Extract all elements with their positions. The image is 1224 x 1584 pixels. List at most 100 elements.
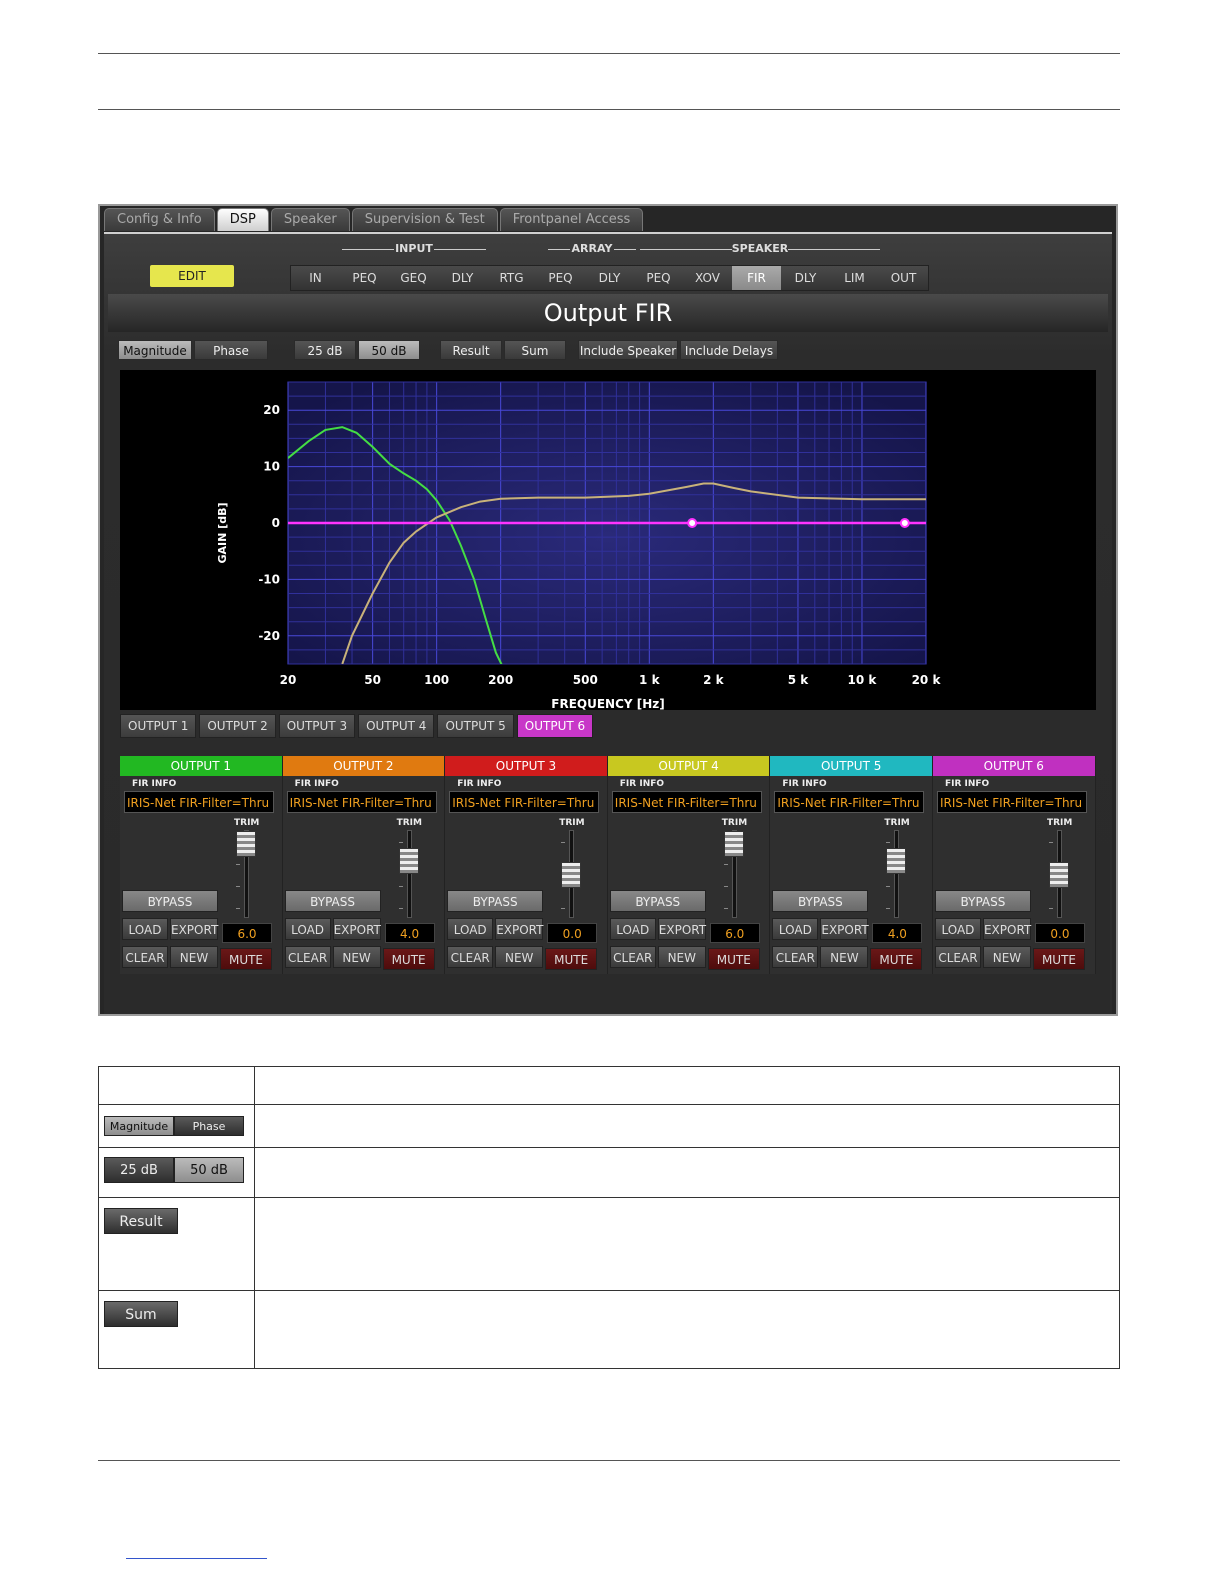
load-button[interactable]: LOAD: [284, 918, 331, 940]
tab-speaker[interactable]: Speaker: [270, 208, 350, 231]
dsp-nav-peq-1[interactable]: PEQ: [340, 266, 389, 290]
export-button[interactable]: EXPORT: [332, 918, 381, 940]
bypass-button[interactable]: BYPASS: [609, 890, 706, 912]
output-strip-3: OUTPUT 3 FIR INFO IRIS-Net FIR-Filter=Thru…: [445, 756, 608, 974]
dsp-nav-rtg-4[interactable]: RTG: [487, 266, 536, 290]
dsp-nav-peq-7[interactable]: PEQ: [634, 266, 683, 290]
output-tab-3[interactable]: OUTPUT 3: [278, 714, 356, 738]
header-rule-bottom: [98, 109, 1120, 110]
dsp-nav-lim-11[interactable]: LIM: [830, 266, 879, 290]
load-button[interactable]: LOAD: [122, 918, 168, 940]
mute-button[interactable]: MUTE: [220, 948, 272, 970]
clear-button[interactable]: CLEAR: [772, 946, 819, 968]
new-button[interactable]: NEW: [495, 946, 544, 968]
group-array-label: ARRAY: [548, 242, 636, 255]
new-button[interactable]: NEW: [982, 946, 1031, 968]
dsp-nav-dly-10[interactable]: DLY: [781, 266, 830, 290]
dsp-nav-fir-9[interactable]: FIR: [732, 266, 781, 290]
tab-frontpanel-access[interactable]: Frontpanel Access: [499, 208, 644, 231]
range-50db-button[interactable]: 50 dB: [358, 340, 420, 360]
trim-fader[interactable]: [236, 830, 256, 918]
trim-value[interactable]: 4.0: [872, 923, 923, 943]
phase-button[interactable]: Phase: [194, 340, 268, 360]
mute-button[interactable]: MUTE: [382, 948, 435, 970]
clear-button[interactable]: CLEAR: [447, 946, 494, 968]
trim-fader[interactable]: [561, 830, 582, 918]
bypass-button[interactable]: BYPASS: [284, 890, 381, 912]
range-25db-button[interactable]: 25 dB: [294, 340, 356, 360]
trim-value[interactable]: 0.0: [547, 923, 598, 943]
trim-label: TRIM: [234, 818, 260, 828]
fir-info-label: FIR INFO: [619, 779, 665, 789]
bypass-button[interactable]: BYPASS: [934, 890, 1031, 912]
output-tab-6[interactable]: OUTPUT 6: [516, 714, 594, 738]
dsp-nav-peq-5[interactable]: PEQ: [536, 266, 585, 290]
trim-tick: [723, 864, 728, 865]
tab-config-info[interactable]: Config & Info: [104, 208, 215, 231]
trim-fader-knob[interactable]: [723, 831, 744, 857]
result-button[interactable]: Result: [440, 340, 502, 360]
dsp-nav-dly-6[interactable]: DLY: [585, 266, 634, 290]
trim-value[interactable]: 0.0: [1034, 923, 1085, 943]
new-button[interactable]: NEW: [170, 946, 218, 968]
dsp-nav-xov-8[interactable]: XOV: [683, 266, 732, 290]
trim-fader[interactable]: [886, 830, 907, 918]
trim-fader-knob[interactable]: [561, 862, 582, 888]
mute-button[interactable]: MUTE: [545, 948, 598, 970]
load-button[interactable]: LOAD: [772, 918, 819, 940]
mute-button[interactable]: MUTE: [1032, 948, 1085, 970]
trim-value[interactable]: 6.0: [709, 923, 760, 943]
new-button[interactable]: NEW: [332, 946, 381, 968]
trim-fader[interactable]: [1048, 830, 1069, 918]
clear-button[interactable]: CLEAR: [609, 946, 656, 968]
trim-tick: [236, 886, 240, 887]
dsp-nav-out-12[interactable]: OUT: [879, 266, 928, 290]
tab-dsp[interactable]: DSP: [216, 208, 269, 231]
export-button[interactable]: EXPORT: [170, 918, 218, 940]
load-button[interactable]: LOAD: [447, 918, 494, 940]
new-button[interactable]: NEW: [820, 946, 869, 968]
dsp-nav-in-0[interactable]: IN: [291, 266, 340, 290]
bypass-button[interactable]: BYPASS: [122, 890, 218, 912]
magnitude-button[interactable]: Magnitude: [118, 340, 192, 360]
trim-fader-knob[interactable]: [1048, 862, 1069, 888]
export-button[interactable]: EXPORT: [982, 918, 1031, 940]
clear-button[interactable]: CLEAR: [122, 946, 168, 968]
edit-button[interactable]: EDIT: [150, 265, 234, 287]
new-button[interactable]: NEW: [657, 946, 706, 968]
export-button[interactable]: EXPORT: [657, 918, 706, 940]
trim-fader[interactable]: [398, 830, 419, 918]
bypass-button[interactable]: BYPASS: [447, 890, 544, 912]
export-button[interactable]: EXPORT: [820, 918, 869, 940]
trim-value[interactable]: 6.0: [222, 923, 272, 943]
trim-fader-knob[interactable]: [398, 848, 419, 874]
x-tick-label: 10 k: [848, 673, 878, 687]
phase-legend-button: Phase: [174, 1116, 244, 1136]
sum-button[interactable]: Sum: [504, 340, 566, 360]
clear-button[interactable]: CLEAR: [284, 946, 331, 968]
trim-tick: [398, 886, 403, 887]
trim-tick: [886, 842, 891, 843]
output-tab-1[interactable]: OUTPUT 1: [120, 714, 197, 738]
table-row-magnitude-phase: Magnitude Phase: [98, 1104, 255, 1148]
load-button[interactable]: LOAD: [934, 918, 981, 940]
bypass-button[interactable]: BYPASS: [772, 890, 869, 912]
trim-fader[interactable]: [723, 830, 744, 918]
trim-fader-knob[interactable]: [236, 831, 256, 857]
include-speaker-button[interactable]: Include Speaker: [578, 340, 678, 360]
dsp-nav-geq-2[interactable]: GEQ: [389, 266, 438, 290]
mute-button[interactable]: MUTE: [870, 948, 923, 970]
export-button[interactable]: EXPORT: [495, 918, 543, 940]
trim-value[interactable]: 4.0: [384, 923, 435, 943]
include-delays-button[interactable]: Include Delays: [680, 340, 778, 360]
trim-fader-knob[interactable]: [886, 848, 907, 874]
output-tab-4[interactable]: OUTPUT 4: [358, 714, 435, 738]
dsp-nav-dly-3[interactable]: DLY: [438, 266, 487, 290]
output-tab-5[interactable]: OUTPUT 5: [437, 714, 514, 738]
clear-button[interactable]: CLEAR: [934, 946, 981, 968]
mute-button[interactable]: MUTE: [707, 948, 760, 970]
load-button[interactable]: LOAD: [609, 918, 656, 940]
output-tab-2[interactable]: OUTPUT 2: [199, 714, 276, 738]
filter-point-marker: [687, 518, 698, 528]
tab-supervision-test[interactable]: Supervision & Test: [351, 208, 498, 231]
